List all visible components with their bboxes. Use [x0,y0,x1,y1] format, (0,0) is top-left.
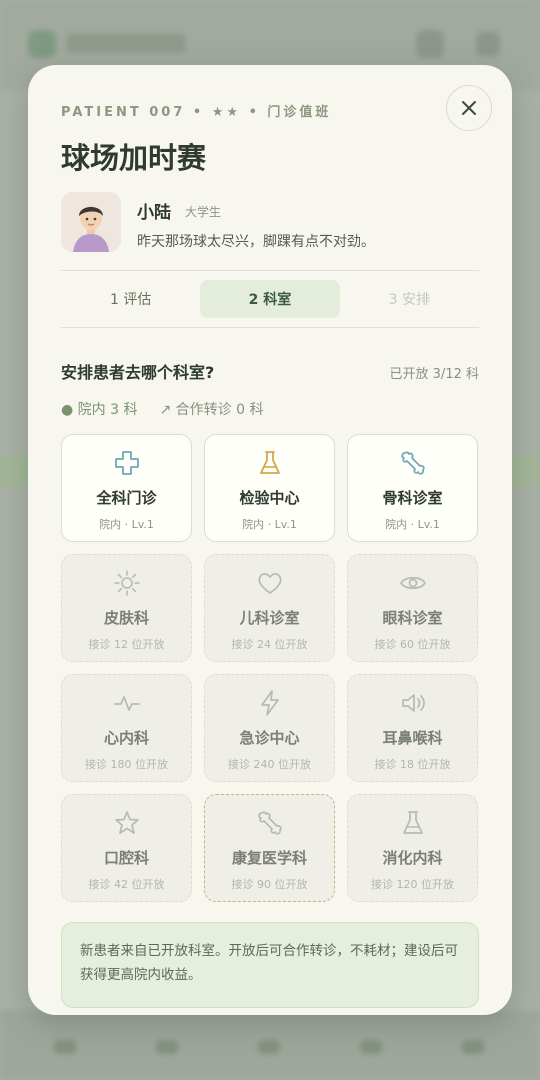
opened-count: 已开放 3/12 科 [389,367,479,382]
case-title: 球场加时赛 [61,141,207,175]
step-tabs: 1 评估 2 科室 3 安排 [61,280,479,318]
department-name: 皮肤科 [103,609,149,627]
department-grid: 全科门诊 院内 · Lv.1 检验中心 院内 · Lv.1 骨科诊室 院内 · … [61,434,479,902]
department-status: 接诊 180 位开放 [85,758,168,771]
heart-icon [257,573,282,594]
department-status: 院内 · Lv.1 [99,518,154,531]
department-card-lab[interactable]: 检验中心 院内 · Lv.1 [204,434,335,542]
department-card-emergency[interactable]: 急诊中心 接诊 240 位开放 [204,674,335,782]
background-nav [0,1010,540,1080]
speaker-icon [401,694,425,712]
lightning-icon [260,690,279,716]
patient-tag: 大学生 [185,205,222,219]
bone-icon [400,451,425,475]
department-status: 接诊 24 位开放 [231,638,308,651]
department-card-ent[interactable]: 耳鼻喉科 接诊 18 位开放 [347,674,478,782]
background-icon [476,32,500,56]
department-name: 检验中心 [239,489,300,507]
department-card-cardiology[interactable]: 心内科 接诊 180 位开放 [61,674,192,782]
department-name: 急诊中心 [239,729,300,747]
sun-icon [113,570,140,596]
background-icon [416,30,444,58]
close-icon [462,101,476,115]
department-status: 接诊 42 位开放 [88,878,165,891]
divider [61,270,479,271]
bone-icon [257,811,282,835]
department-card-pediatrics[interactable]: 儿科诊室 接诊 24 位开放 [204,554,335,662]
internal-count: ● 院内 3 科 [61,402,138,418]
department-card-orthopedics[interactable]: 骨科诊室 院内 · Lv.1 [347,434,478,542]
referral-count: ↗ 合作转诊 0 科 [159,402,264,418]
department-card-dermatology[interactable]: 皮肤科 接诊 12 位开放 [61,554,192,662]
department-card-general[interactable]: 全科门诊 院内 · Lv.1 [61,434,192,542]
flask-icon [259,451,280,474]
department-status: 接诊 240 位开放 [228,758,311,771]
close-button[interactable] [446,85,492,131]
department-status: 接诊 18 位开放 [374,758,451,771]
patient-avatar [61,192,121,252]
department-name: 全科门诊 [96,489,157,507]
info-notice: 新患者来自已开放科室。开放后可合作转诊，不耗材；建设后可获得更高院内收益。 [61,922,479,1008]
patient-modal: PATIENT 007 • ★★ • 门诊值班 球场加时赛 小陆 大学生 昨天那… [28,65,512,1015]
flask-icon [402,811,423,834]
department-name: 口腔科 [103,849,149,867]
department-status: 院内 · Lv.1 [242,518,297,531]
department-name: 眼科诊室 [382,609,443,627]
background-app-title [66,33,186,53]
step-assess[interactable]: 1 评估 [61,280,200,318]
department-status: 院内 · Lv.1 [385,518,440,531]
pulse-icon [113,696,140,711]
department-name: 消化内科 [382,849,443,867]
eye-icon [399,576,426,590]
divider [61,327,479,328]
department-name: 儿科诊室 [239,609,300,627]
department-status: 接诊 90 位开放 [231,878,308,891]
plus-cross-icon [114,451,139,475]
department-card-ophthalmology[interactable]: 眼科诊室 接诊 60 位开放 [347,554,478,662]
department-status: 接诊 120 位开放 [371,878,454,891]
star-icon [114,811,139,834]
department-status: 接诊 12 位开放 [88,638,165,651]
department-card-dental[interactable]: 口腔科 接诊 42 位开放 [61,794,192,902]
department-name: 心内科 [103,729,149,747]
department-name: 康复医学科 [231,849,307,867]
patient-name: 小陆 [137,203,171,223]
department-card-gastroenterology[interactable]: 消化内科 接诊 120 位开放 [347,794,478,902]
department-card-rehabilitation[interactable]: 康复医学科 接诊 90 位开放 [204,794,335,902]
department-status: 接诊 60 位开放 [374,638,451,651]
step-department[interactable]: 2 科室 [200,280,340,318]
step-arrange: 3 安排 [388,292,430,308]
department-question: 安排患者去哪个科室? [61,363,215,382]
department-name: 耳鼻喉科 [382,729,443,747]
patient-complaint: 昨天那场球太尽兴，脚踝有点不对劲。 [137,234,375,250]
department-stats: ● 院内 3 科 ↗ 合作转诊 0 科 [61,399,263,419]
department-name: 骨科诊室 [382,489,443,507]
background-logo [28,30,56,58]
patient-eyebrow: PATIENT 007 • ★★ • 门诊值班 [61,105,332,120]
